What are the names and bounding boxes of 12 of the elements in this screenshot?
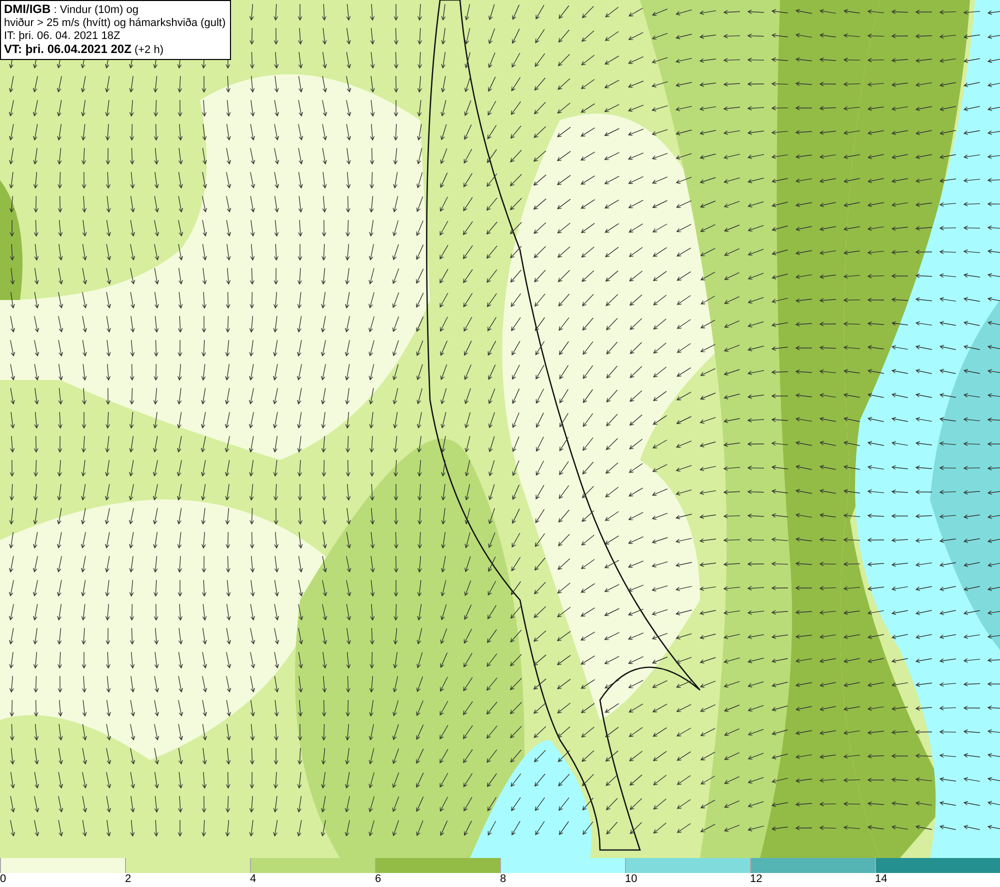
legend-tick-label: 8 xyxy=(500,873,506,886)
title-line: DMI/IGB : Vindur (10m) og xyxy=(4,3,140,17)
legend-tick-label: 12 xyxy=(750,873,762,886)
legend-tick-label: 6 xyxy=(375,873,382,886)
title-line: VT: þri. 06.04.2021 20Z (+2 h) xyxy=(4,43,165,57)
legend-tick-label: 10 xyxy=(625,873,638,886)
legend-tick-label: 14 xyxy=(875,873,888,886)
legend-tick-label: 0 xyxy=(0,873,6,886)
legend-tick-label: 4 xyxy=(250,873,256,886)
title-line: hviður > 25 m/s (hvítt) og hámarkshviða (gult) xyxy=(4,17,226,30)
title-line: IT: þri. 06. 04. 2021 18Z xyxy=(4,30,122,43)
legend-tick-label: 2 xyxy=(125,873,132,886)
